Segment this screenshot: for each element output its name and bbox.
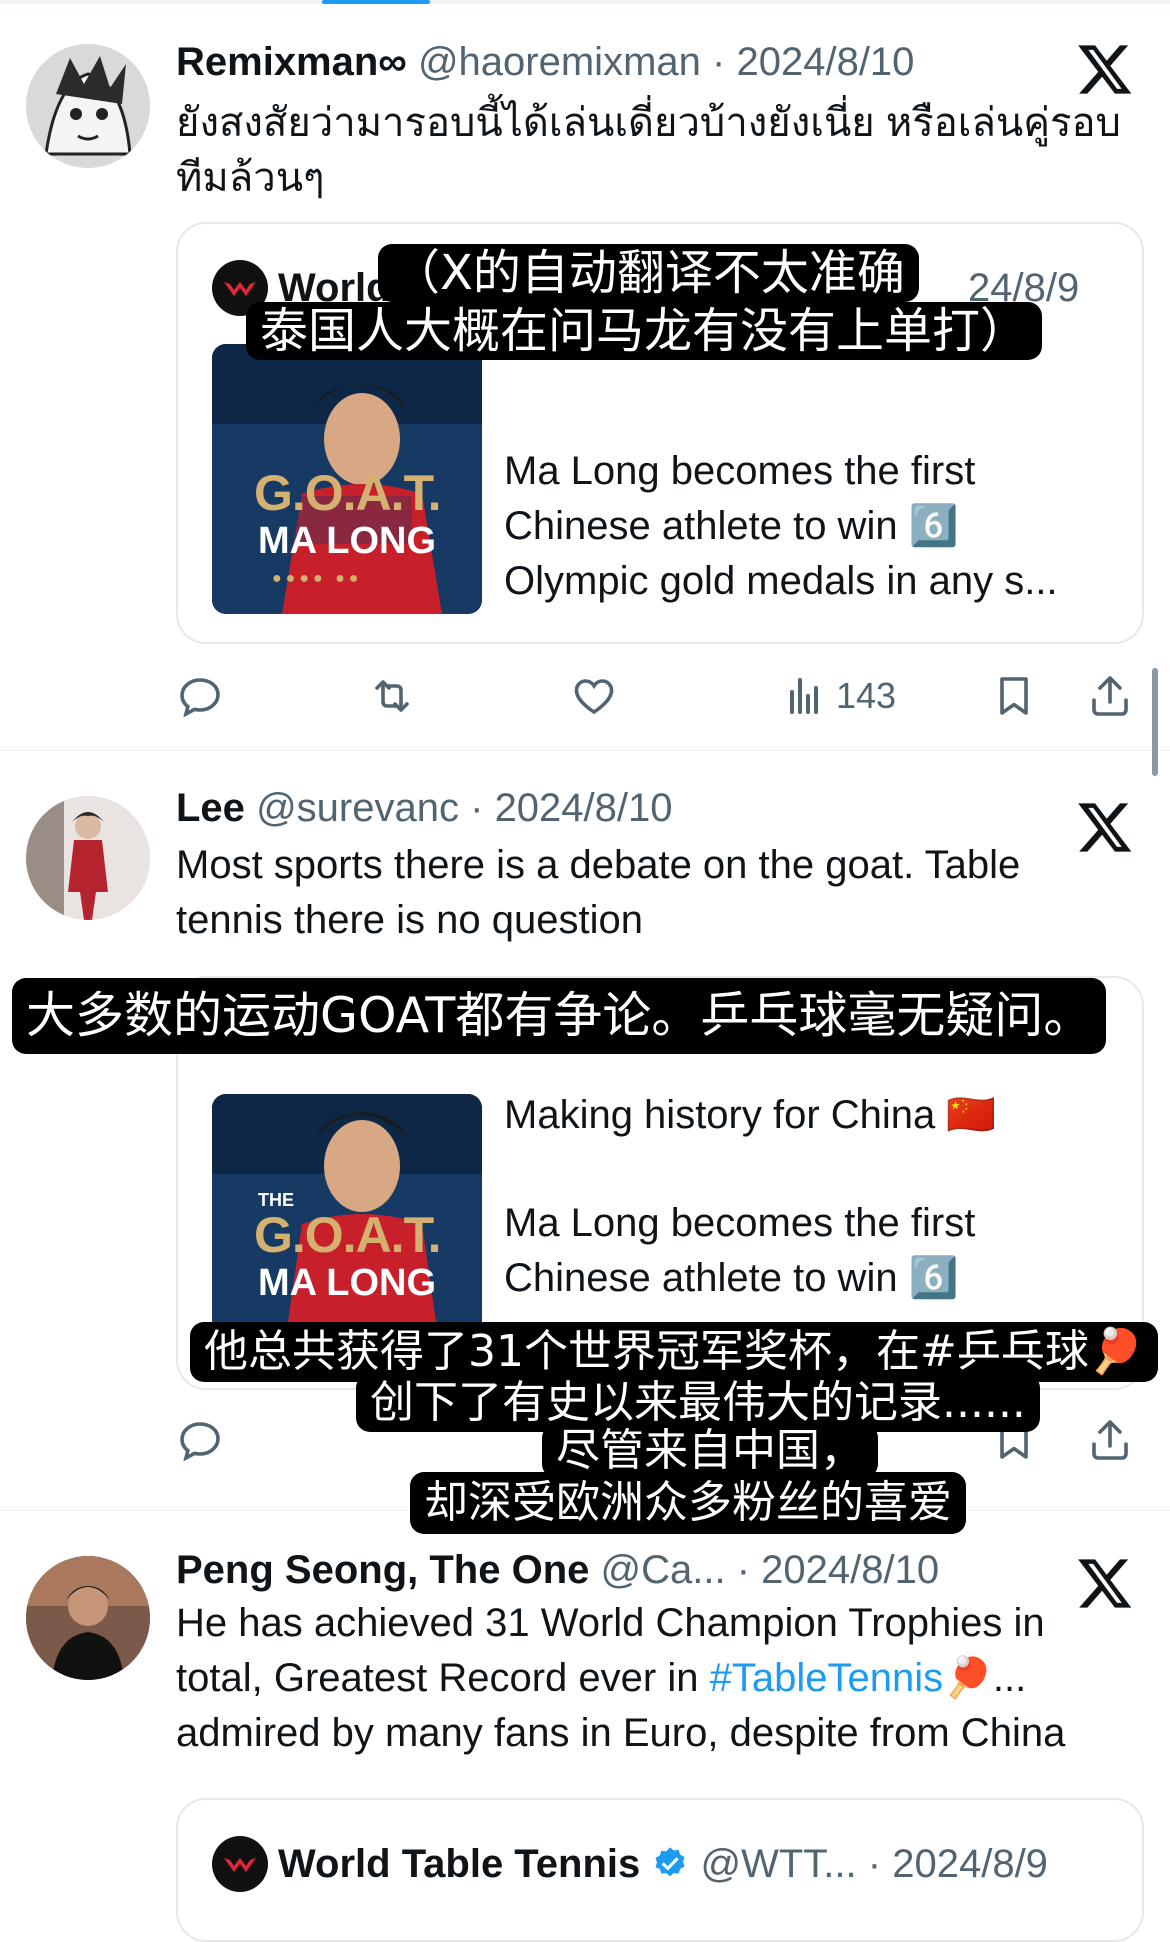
medal-row: ●●●● ●●	[272, 570, 363, 587]
separator-dot: ·	[712, 40, 726, 84]
display-name[interactable]: Lee	[176, 786, 245, 830]
subtitle-overlay: 大多数的运动GOAT都有争论。乒乓球毫无疑问。	[12, 978, 1107, 1054]
tweet-date[interactable]: 2024/8/10	[495, 786, 673, 830]
like-button[interactable]	[570, 666, 618, 726]
views-count: 143	[836, 675, 897, 716]
user-handle[interactable]: @Ca...	[601, 1548, 726, 1592]
quoted-tweet-card[interactable]: World Table Tennis @WTT... · 2024/8/9	[176, 1798, 1144, 1942]
display-name[interactable]: Remixman∞	[176, 40, 407, 84]
verified-badge-icon	[655, 1847, 685, 1877]
tweet[interactable]: Remixman∞ @haoremixman · 2024/8/10 ยังสง…	[0, 6, 1170, 751]
avatar[interactable]	[26, 1556, 150, 1680]
quoted-text-line1: Making history for China 🇨🇳	[504, 1093, 997, 1137]
reply-icon	[180, 678, 220, 718]
quoted-text: Ma Long becomes the first Chinese athlet…	[504, 449, 1058, 603]
separator-dot: ·	[470, 786, 484, 830]
wtt-logo-icon	[212, 1836, 268, 1892]
active-tab-indicator	[322, 0, 430, 4]
source-name[interactable]: World Table Tennis	[278, 1842, 640, 1886]
share-icon	[1092, 676, 1128, 716]
tweet-text: Most sports there is a debate on the goa…	[176, 843, 1021, 942]
subtitle-overlay: 尽管来自中国，	[542, 1424, 878, 1478]
tweet-header: Lee @surevanc · 2024/8/10	[176, 784, 673, 832]
tweet-text: He has achieved 31 World Champion Trophi…	[176, 1596, 1136, 1761]
share-icon	[1092, 1420, 1128, 1460]
like-icon	[574, 679, 614, 715]
subtitle-overlay: 他总共获得了31个世界冠军奖杯，在#乒乓球🏓	[190, 1322, 1158, 1382]
tweet-text: ยังสงสัยว่ามารอบนี้ได้เล่นเดี่ยวบ้างยังเ…	[176, 101, 1121, 200]
share-button[interactable]	[1086, 666, 1134, 726]
tweet[interactable]: Peng Seong, The One @Ca... · 2024/8/10 H…	[0, 1512, 1170, 1942]
thumb-subtitle: MA LONG	[258, 520, 437, 562]
repost-button[interactable]	[368, 666, 416, 726]
separator-dot: ·	[736, 1548, 751, 1592]
thumb-subtitle: MA LONG	[258, 1262, 437, 1304]
subtitle-overlay: 泰国人大概在问马龙有没有上单打）	[246, 302, 1043, 360]
hashtag-link[interactable]: #TableTennis	[710, 1656, 944, 1700]
quoted-text-line2: Ma Long becomes the first Chinese athlet…	[504, 1201, 976, 1300]
top-divider	[0, 0, 1170, 4]
tweet-header: Remixman∞ @haoremixman · 2024/8/10	[176, 38, 914, 86]
action-bar: 143	[176, 666, 1142, 726]
reply-button[interactable]	[176, 666, 224, 726]
repost-icon	[375, 680, 409, 712]
avatar[interactable]	[26, 796, 150, 920]
source-handle[interactable]: @WTT...	[701, 1842, 857, 1886]
user-handle[interactable]: @haoremixman	[418, 40, 701, 84]
tweet-date[interactable]: 2024/8/10	[736, 40, 914, 84]
subtitle-overlay: 却深受欧洲众多粉丝的喜爱	[410, 1472, 966, 1534]
subtitle-overlay: （X的自动翻译不太准确	[378, 244, 919, 302]
bookmark-icon	[1000, 677, 1028, 715]
source-date[interactable]: 2024/8/9	[892, 1842, 1048, 1886]
avatar[interactable]	[26, 44, 150, 168]
quoted-source: World Table Tennis @WTT... · 2024/8/9	[278, 1840, 1048, 1888]
views-icon	[790, 678, 818, 714]
share-button[interactable]	[1086, 1410, 1134, 1470]
x-logo-icon	[1078, 45, 1132, 94]
separator-dot: ·	[867, 1842, 882, 1886]
views-button[interactable]: 143	[780, 666, 896, 726]
user-handle[interactable]: @surevanc	[256, 786, 459, 830]
tweet-date[interactable]: 2024/8/10	[761, 1548, 939, 1592]
bookmark-button[interactable]	[990, 666, 1038, 726]
media-thumbnail[interactable]: G.O.A.T. MA LONG ●●●● ●●	[212, 344, 482, 614]
reply-button[interactable]	[176, 1410, 224, 1470]
display-name[interactable]: Peng Seong, The One	[176, 1548, 589, 1592]
reply-icon	[180, 1422, 220, 1462]
thumb-title: G.O.A.T.	[254, 1207, 441, 1263]
thumb-title: G.O.A.T.	[254, 465, 441, 521]
tweet-header: Peng Seong, The One @Ca... · 2024/8/10	[176, 1546, 939, 1594]
